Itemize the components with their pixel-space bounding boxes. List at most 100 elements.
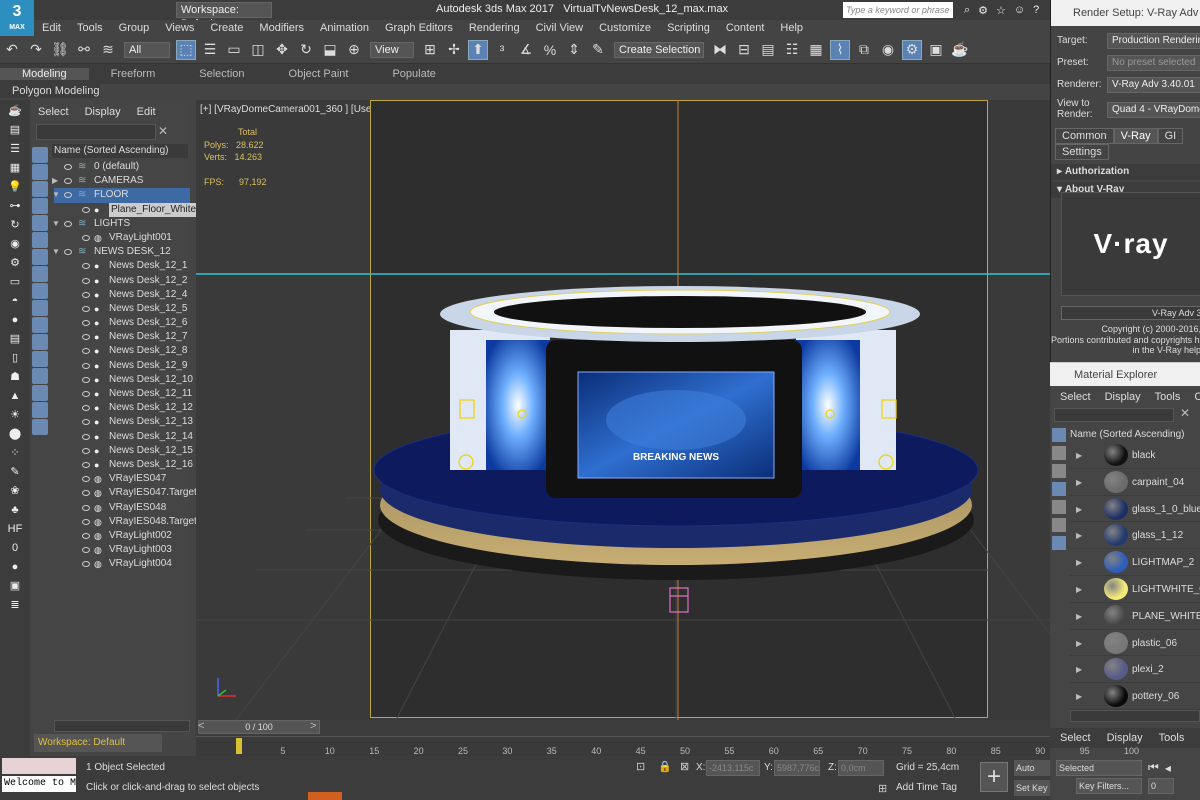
menu-help[interactable]: Help [780, 22, 803, 34]
list-item[interactable]: ● News Desk_12_6 [54, 316, 190, 330]
menu-edit[interactable]: Edit [42, 22, 61, 34]
display-xrefs-icon[interactable] [32, 283, 48, 299]
set-key-button[interactable]: Set Key [1014, 780, 1050, 796]
mirror-icon[interactable]: ⧓ [710, 40, 730, 60]
display-cube-icon[interactable] [1052, 500, 1066, 514]
expand-arrow-icon[interactable]: ▶ [1076, 496, 1082, 523]
teapot-icon[interactable]: ☕ [4, 103, 26, 119]
visibility-eye-icon[interactable] [82, 461, 90, 468]
redo-icon[interactable]: ↷ [26, 40, 46, 60]
visibility-eye-icon[interactable] [64, 192, 72, 199]
menu-civil-view[interactable]: Civil View [536, 22, 583, 34]
filter-icon[interactable] [32, 402, 48, 418]
list-item[interactable]: ● News Desk_12_1 [54, 259, 190, 273]
display-hidden-icon[interactable] [32, 351, 48, 367]
list-item[interactable]: ◍ VRayIES048 [54, 501, 190, 515]
align-icon[interactable]: ⊟ [734, 40, 754, 60]
material-menu-display[interactable]: Display [1105, 391, 1141, 403]
sphere-small-icon[interactable]: ● [4, 559, 26, 575]
render-tab-common[interactable]: Common [1055, 128, 1114, 144]
ref-coord-select[interactable]: View [370, 41, 414, 58]
expand-arrow-icon[interactable]: ▶ [1076, 603, 1082, 630]
scene-icon[interactable]: ▣ [4, 578, 26, 594]
layer-explorer-icon[interactable]: ☷ [782, 40, 802, 60]
list-item[interactable]: ≋ LIGHTS ▼ [52, 217, 190, 231]
lock-icon[interactable]: 🔒 [658, 760, 672, 773]
schematic-icon[interactable]: ⧉ [854, 40, 874, 60]
display-helpers-icon[interactable] [32, 232, 48, 248]
render-setup-title[interactable]: Render Setup: V-Ray Adv 3.40.01 [1051, 0, 1200, 45]
list-icon[interactable]: ☰ [4, 141, 26, 157]
clear-search-icon[interactable]: ✕ [158, 124, 168, 138]
visibility-eye-icon[interactable] [82, 263, 90, 270]
ribbon-toggle-icon[interactable]: ▦ [806, 40, 826, 60]
list-item[interactable]: ● News Desk_12_10 [54, 373, 193, 387]
material-bottom-menu-select[interactable]: Select [1060, 732, 1091, 744]
expand-arrow-icon[interactable]: ▶ [1076, 469, 1082, 496]
menu-content[interactable]: Content [726, 22, 765, 34]
display-lights-icon[interactable] [32, 198, 48, 214]
display-containers-icon[interactable] [32, 317, 48, 333]
preset-select[interactable]: No preset selected [1107, 55, 1200, 71]
search-input[interactable]: Type a keyword or phrase [843, 2, 953, 18]
material-bottom-menu-display[interactable]: Display [1107, 732, 1143, 744]
y-coord-field[interactable]: 5987,776c [774, 760, 820, 776]
time-slider-handle[interactable] [236, 738, 242, 754]
display-maps-icon[interactable] [1052, 446, 1066, 460]
select-by-name-icon[interactable]: ☰ [200, 40, 220, 60]
render-tab-v-ray[interactable]: V-Ray [1113, 128, 1158, 144]
list-item[interactable]: ● Plane_Floor_White [54, 202, 199, 217]
keyboard-shortcut-icon[interactable]: ⬆ [468, 39, 488, 60]
visibility-eye-icon[interactable] [82, 348, 90, 355]
material-item[interactable]: ▶ PLANE_WHITE [1070, 603, 1200, 630]
expand-arrow-icon[interactable]: ▶ [1076, 549, 1082, 576]
selection-filter-select[interactable]: All [124, 41, 170, 58]
material-item[interactable]: ▶ plastic_06 [1070, 630, 1200, 657]
visibility-eye-icon[interactable] [82, 391, 90, 397]
menu-modifiers[interactable]: Modifiers [259, 22, 304, 34]
current-frame-field[interactable]: 0 [1148, 778, 1174, 794]
visibility-eye-icon[interactable] [82, 206, 90, 213]
go-to-start-icon[interactable]: ⏮ [1148, 760, 1159, 775]
box-icon[interactable]: ▭ [4, 274, 26, 290]
display-spacewarps-icon[interactable] [32, 249, 48, 265]
refresh-icon[interactable]: ↻ [4, 217, 26, 233]
material-menu-customize[interactable]: Customize [1194, 391, 1200, 403]
expand-arrow-icon[interactable]: ▶ [1076, 576, 1082, 603]
viewport[interactable]: [+] [VRayDomeCamera001_360 ] [User Defin… [196, 100, 1050, 720]
render-icon[interactable]: ☕ [950, 40, 970, 60]
explorer-menu-select[interactable]: Select [38, 106, 69, 118]
expand-arrow-icon[interactable]: ▶ [1076, 442, 1082, 469]
material-item[interactable]: ▶ pottery_06 [1070, 683, 1200, 710]
prev-frame-icon[interactable]: < [198, 720, 204, 732]
visibility-eye-icon[interactable] [82, 447, 90, 454]
display-invert-icon[interactable] [32, 385, 48, 401]
camera-icon[interactable]: ◉ [4, 236, 26, 252]
place-icon[interactable]: ⊕ [344, 40, 364, 60]
expand-arrow-icon[interactable]: ▼ [52, 188, 60, 202]
visibility-eye-icon[interactable] [82, 433, 90, 440]
material-clear-search-icon[interactable]: ✕ [1180, 406, 1190, 420]
list-item[interactable]: ● News Desk_12_15 [54, 444, 193, 458]
list-item[interactable]: ≋ FLOOR ▼ [52, 188, 190, 203]
material-item[interactable]: ▶ glass_1_12 [1070, 522, 1200, 550]
rendered-frame-icon[interactable]: ▣ [926, 40, 946, 60]
time-tag-icon[interactable]: ⊞ [878, 782, 887, 795]
list-item[interactable]: ◍ VRayIES047 [54, 472, 190, 486]
prev-key-icon[interactable]: ◂ [1165, 761, 1171, 775]
visibility-eye-icon[interactable] [82, 490, 90, 497]
visibility-eye-icon[interactable] [82, 334, 90, 341]
dome-icon[interactable]: ◓ [4, 293, 26, 309]
lightbulb-icon[interactable]: 💡 [4, 179, 26, 195]
display-objects-icon[interactable] [1052, 464, 1066, 478]
sun-icon[interactable]: ☀ [4, 407, 26, 423]
explorer-search-input[interactable] [36, 124, 156, 140]
list-item[interactable]: ≋ 0 (default) [54, 160, 190, 174]
material-explorer-title[interactable]: Material Explorer [1050, 362, 1200, 386]
menu-scripting[interactable]: Scripting [667, 22, 710, 34]
list-item[interactable]: ● News Desk_12_2 [54, 274, 190, 288]
visibility-eye-icon[interactable] [82, 277, 90, 284]
material-menu-select[interactable]: Select [1060, 391, 1091, 403]
material-scrollbar[interactable] [1070, 710, 1200, 722]
menu-tools[interactable]: Tools [77, 22, 103, 34]
